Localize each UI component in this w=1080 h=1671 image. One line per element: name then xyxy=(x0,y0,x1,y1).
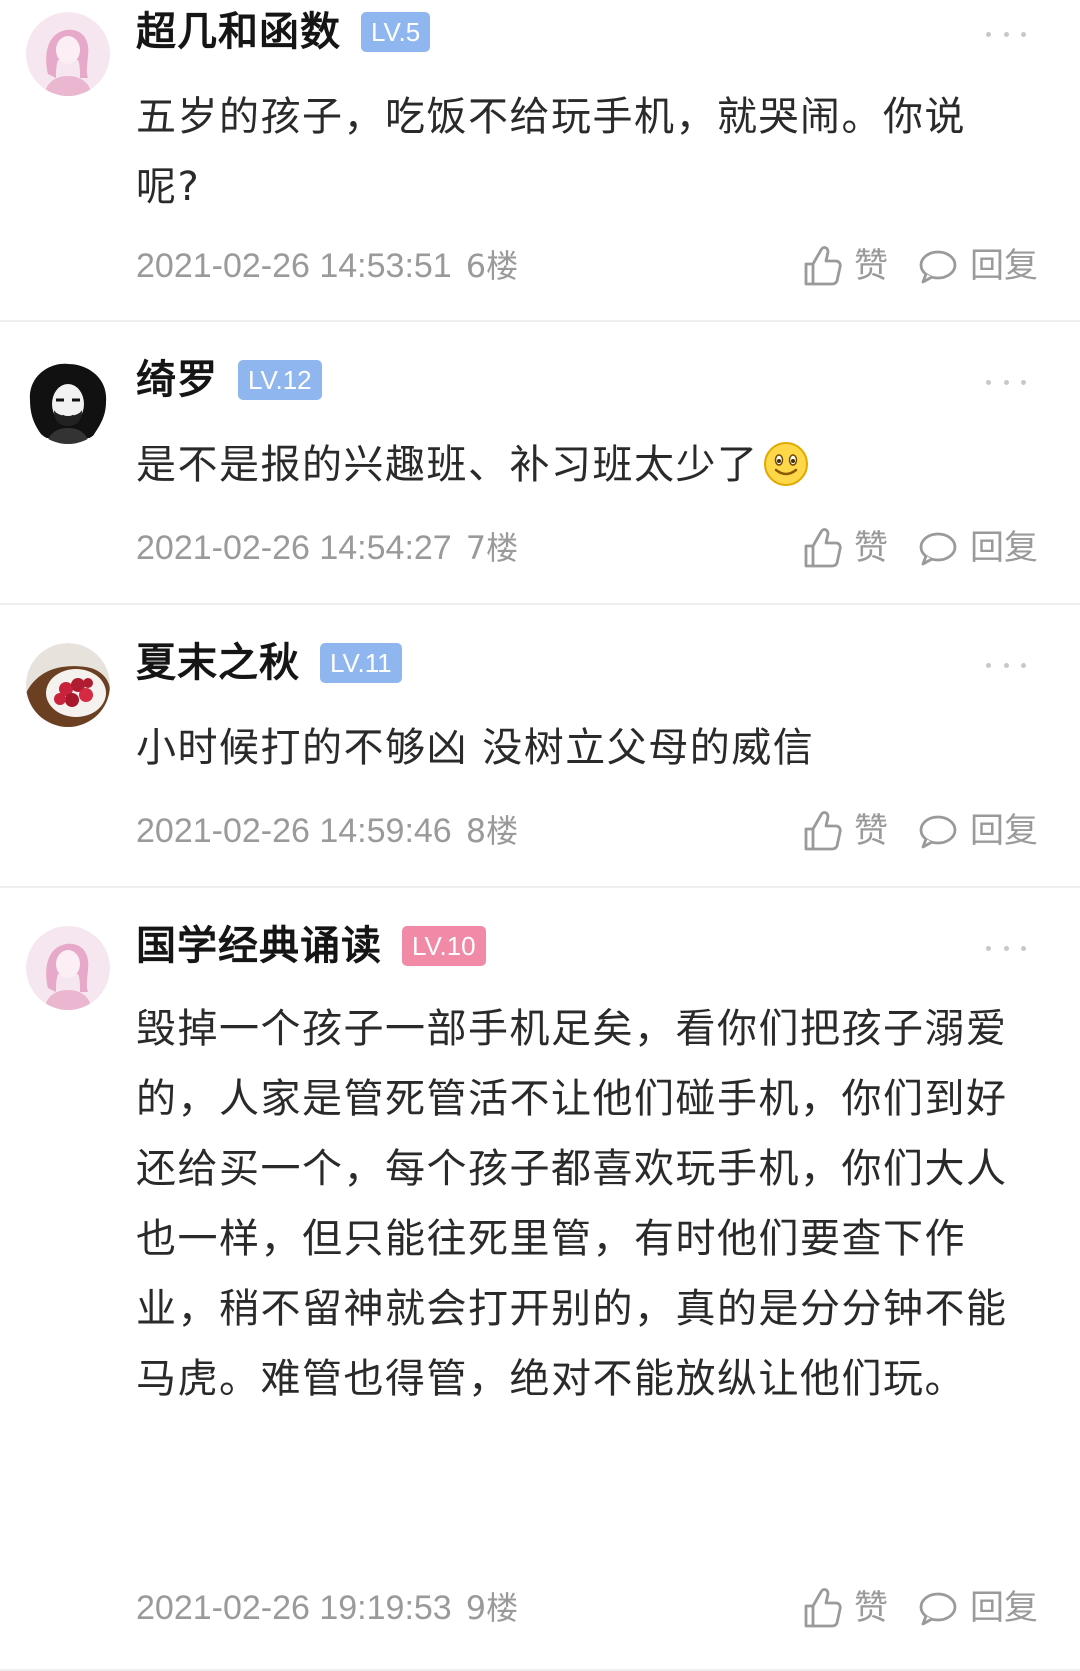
username[interactable]: 国学经典诵读 xyxy=(136,918,382,974)
speech-bubble-icon xyxy=(918,813,958,849)
avatar[interactable] xyxy=(26,926,110,1010)
comment-actions: 赞 回复 xyxy=(802,1584,1038,1632)
floor-number: 6楼 xyxy=(465,247,519,285)
like-button[interactable]: 赞 xyxy=(802,807,888,855)
like-button[interactable]: 赞 xyxy=(802,242,888,290)
reply-label: 回复 xyxy=(970,1588,1038,1628)
avatar[interactable] xyxy=(26,360,110,444)
level-badge: LV.11 xyxy=(320,643,402,683)
comment-item: 绮罗 LV.12 是不是报的兴趣班、补习班太少了 2021-02-26 14:5… xyxy=(0,322,1080,605)
username[interactable]: 绮罗 xyxy=(136,352,218,408)
comment-datetime: 2021-02-26 14:54:27 xyxy=(136,529,452,567)
more-dot-icon xyxy=(1021,662,1026,668)
comment-text: 毁掉一个孩子一部手机足矣，看你们把孩子溺爱的，人家是管死管活不让他们碰手机，你们… xyxy=(136,1006,1008,1402)
reply-button[interactable]: 回复 xyxy=(918,242,1038,290)
avatar[interactable] xyxy=(26,643,110,727)
thumbs-up-icon xyxy=(802,526,842,570)
like-button[interactable]: 赞 xyxy=(802,524,888,572)
comment-datetime: 2021-02-26 19:19:53 xyxy=(136,1589,452,1627)
reply-button[interactable]: 回复 xyxy=(918,807,1038,855)
thumbs-up-icon xyxy=(802,809,842,853)
more-dot-icon xyxy=(1003,945,1009,951)
comment-meta: 2021-02-26 14:53:51 6楼 xyxy=(136,246,518,286)
comment-header: 超几和函数 LV.5 xyxy=(136,4,431,60)
more-dot-icon xyxy=(986,379,991,385)
more-dot-icon xyxy=(1003,379,1009,385)
speech-bubble-icon xyxy=(918,530,958,566)
like-button[interactable]: 赞 xyxy=(802,1584,888,1632)
more-options-button[interactable] xyxy=(986,655,1026,675)
level-badge: LV.12 xyxy=(238,360,322,400)
speech-bubble-icon xyxy=(918,248,958,284)
thumbs-up-icon xyxy=(802,1586,842,1630)
more-dot-icon xyxy=(1003,31,1009,37)
comment-header: 绮罗 LV.12 xyxy=(136,352,322,408)
comment-actions: 赞 回复 xyxy=(802,524,1038,572)
like-label: 赞 xyxy=(854,246,888,286)
comment-item: 国学经典诵读 LV.10 毁掉一个孩子一部手机足矣，看你们把孩子溺爱的，人家是管… xyxy=(0,888,1080,1671)
more-options-button[interactable] xyxy=(986,372,1026,392)
comment-datetime: 2021-02-26 14:53:51 xyxy=(136,247,452,285)
comment-meta: 2021-02-26 14:59:46 8楼 xyxy=(136,811,518,851)
level-badge: LV.5 xyxy=(361,12,431,52)
reply-button[interactable]: 回复 xyxy=(918,524,1038,572)
more-dot-icon xyxy=(986,945,991,951)
comment-header: 夏末之秋 LV.11 xyxy=(136,635,402,691)
comment-text: 小时候打的不够凶 没树立父母的威信 xyxy=(136,725,815,771)
bw-portrait-avatar-icon xyxy=(26,360,110,444)
pink-female-avatar-icon xyxy=(26,12,110,96)
smile-emoji-icon xyxy=(763,441,809,487)
more-options-button[interactable] xyxy=(986,24,1026,44)
avatar[interactable] xyxy=(26,12,110,96)
more-dot-icon xyxy=(986,31,991,37)
username[interactable]: 超几和函数 xyxy=(136,4,341,60)
comment-text-body: 是不是报的兴趣班、补习班太少了 xyxy=(136,442,759,488)
more-dot-icon xyxy=(1021,379,1026,385)
reply-button[interactable]: 回复 xyxy=(918,1584,1038,1632)
pink-female-avatar-icon xyxy=(26,926,110,1010)
more-options-button[interactable] xyxy=(986,938,1026,958)
more-dot-icon xyxy=(1021,945,1026,951)
more-dot-icon xyxy=(1003,662,1009,668)
comment-item: 夏末之秋 LV.11 小时候打的不够凶 没树立父母的威信 2021-02-26 … xyxy=(0,605,1080,888)
comment-text: 五岁的孩子，吃饭不给玩手机，就哭闹。你说呢? xyxy=(136,94,966,210)
reply-label: 回复 xyxy=(970,811,1038,851)
username[interactable]: 夏末之秋 xyxy=(136,635,300,691)
reply-label: 回复 xyxy=(970,528,1038,568)
level-badge: LV.10 xyxy=(402,926,486,966)
more-dot-icon xyxy=(1021,31,1026,37)
comment-header: 国学经典诵读 LV.10 xyxy=(136,918,486,974)
comment-text: 是不是报的兴趣班、补习班太少了 xyxy=(136,430,1016,500)
comment-meta: 2021-02-26 19:19:53 9楼 xyxy=(136,1588,518,1628)
floor-number: 7楼 xyxy=(465,529,519,567)
like-label: 赞 xyxy=(854,1588,888,1628)
like-label: 赞 xyxy=(854,811,888,851)
thumbs-up-icon xyxy=(802,244,842,288)
comment-actions: 赞 回复 xyxy=(802,807,1038,855)
more-dot-icon xyxy=(986,662,991,668)
speech-bubble-icon xyxy=(918,1590,958,1626)
floor-number: 8楼 xyxy=(465,812,519,850)
floor-number: 9楼 xyxy=(465,1589,519,1627)
comment-item: 超几和函数 LV.5 五岁的孩子，吃饭不给玩手机，就哭闹。你说呢? 2021-0… xyxy=(0,0,1080,322)
berries-photo-avatar-icon xyxy=(26,643,110,727)
comment-meta: 2021-02-26 14:54:27 7楼 xyxy=(136,528,518,568)
comment-actions: 赞 回复 xyxy=(802,242,1038,290)
comment-datetime: 2021-02-26 14:59:46 xyxy=(136,812,452,850)
reply-label: 回复 xyxy=(970,246,1038,286)
like-label: 赞 xyxy=(854,528,888,568)
